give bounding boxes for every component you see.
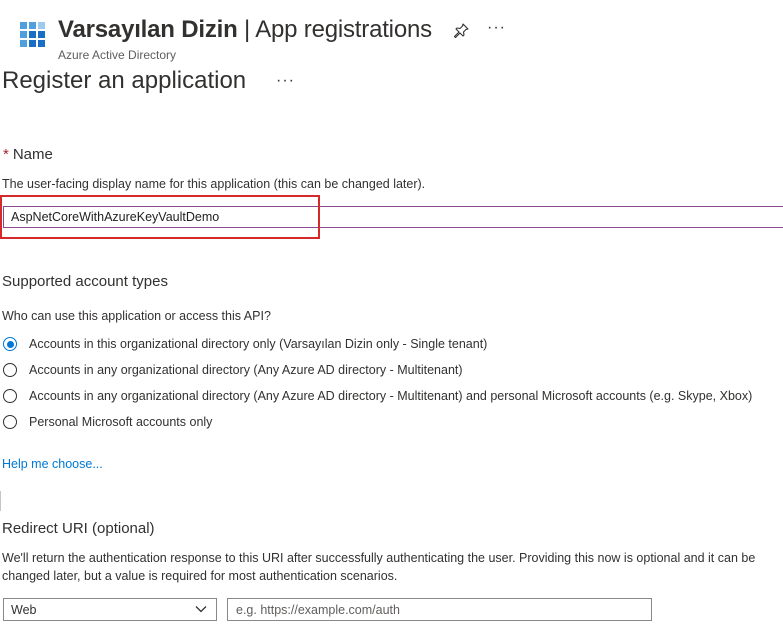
- account-type-option-personal[interactable]: Personal Microsoft accounts only: [3, 412, 212, 432]
- name-label: * Name: [3, 146, 53, 163]
- app-registrations-icon: [20, 22, 45, 47]
- radio-button-selected[interactable]: [3, 337, 17, 351]
- pin-icon[interactable]: [453, 23, 469, 39]
- platform-select-value: Web: [11, 602, 37, 617]
- name-label-text: Name: [12, 146, 53, 163]
- platform-select[interactable]: Web: [3, 598, 217, 621]
- name-helper-text: The user-facing display name for this ap…: [2, 177, 426, 191]
- radio-button[interactable]: [3, 415, 17, 429]
- page-title: Register an application: [2, 67, 247, 94]
- required-marker: *: [3, 146, 9, 163]
- account-types-heading: Supported account types: [2, 273, 168, 290]
- redirect-uri-heading: Redirect URI (optional): [2, 520, 155, 537]
- blade-title: Varsayılan Dizin | App registrations: [58, 16, 432, 44]
- blade-section-name: App registrations: [255, 16, 432, 43]
- radio-label: Accounts in this organizational director…: [29, 337, 488, 351]
- help-me-choose-link[interactable]: Help me choose...: [2, 457, 103, 471]
- name-input[interactable]: [3, 206, 783, 228]
- header-more-button[interactable]: ···: [487, 19, 506, 37]
- account-type-option-single-tenant[interactable]: Accounts in this organizational director…: [3, 334, 487, 354]
- title-separator: |: [237, 16, 256, 43]
- radio-label: Personal Microsoft accounts only: [29, 415, 213, 429]
- blade-subtitle: Azure Active Directory: [58, 48, 177, 62]
- divider: [0, 491, 1, 511]
- directory-name: Varsayılan Dizin: [58, 16, 238, 43]
- chevron-down-icon: [195, 606, 207, 613]
- redirect-uri-description: We'll return the authentication response…: [2, 551, 756, 583]
- page-more-button[interactable]: ···: [276, 72, 295, 90]
- redirect-uri-input[interactable]: [227, 598, 652, 621]
- account-type-option-multitenant-personal[interactable]: Accounts in any organizational directory…: [3, 386, 752, 406]
- radio-label: Accounts in any organizational directory…: [29, 389, 753, 403]
- account-type-option-multitenant[interactable]: Accounts in any organizational directory…: [3, 360, 463, 380]
- radio-label: Accounts in any organizational directory…: [29, 363, 463, 377]
- radio-button[interactable]: [3, 389, 17, 403]
- radio-button[interactable]: [3, 363, 17, 377]
- account-types-question: Who can use this application or access t…: [2, 309, 271, 323]
